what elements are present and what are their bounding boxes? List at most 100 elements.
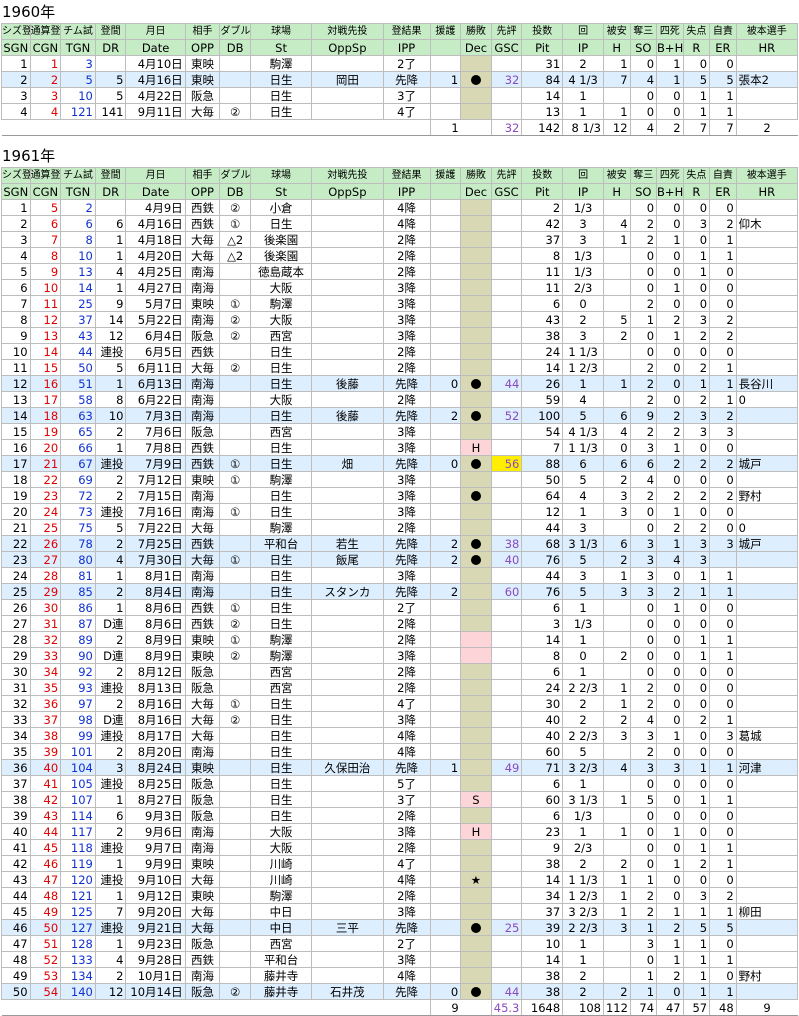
- table-cell: [429, 839, 462, 856]
- table-cell: 3: [629, 583, 658, 600]
- table-cell: 2: [656, 423, 684, 440]
- column-header: チム試: [60, 167, 96, 184]
- table-cell: 4月16日: [125, 215, 186, 232]
- table-cell: [460, 359, 492, 376]
- table-cell: [219, 535, 251, 552]
- table-cell: 0: [629, 103, 658, 120]
- table-cell: 3: [656, 759, 684, 776]
- table-cell: 先降: [382, 375, 431, 392]
- table-cell: 東映: [184, 471, 221, 488]
- table-cell: 駒澤: [249, 519, 313, 536]
- table-cell: 5: [562, 583, 604, 600]
- table-cell: [311, 599, 384, 616]
- table-cell: 岡田: [311, 71, 384, 88]
- table-cell: [490, 775, 523, 792]
- table-cell: 0: [709, 503, 737, 520]
- table-cell: 4月9日: [125, 199, 186, 216]
- table-cell: 阪急: [184, 935, 221, 952]
- table-cell: 0: [656, 679, 684, 696]
- table-cell: [429, 647, 462, 664]
- table-cell: 阪急: [184, 423, 221, 440]
- table-cell: 1: [562, 375, 604, 392]
- table-cell: 10月1日: [125, 967, 186, 984]
- table-cell: 14: [1, 407, 31, 424]
- table-cell: [311, 839, 384, 856]
- table-cell: 2: [562, 695, 604, 712]
- table-cell: 8月27日: [125, 791, 186, 808]
- table-cell: 52: [490, 407, 523, 424]
- table-cell: [311, 743, 384, 760]
- table-cell: 4: [602, 423, 631, 440]
- table-cell: 2: [629, 375, 658, 392]
- column-header: IPP: [382, 39, 431, 56]
- game-log-table: シズ登 通算登 チム試 登間 月日 相手 ダブル 球場 対戦先投 登結果 援護 勝敗 先評 投数回被安 奪三…: [1, 23, 799, 136]
- table-cell: 49: [29, 903, 62, 920]
- table-cell: [311, 263, 384, 280]
- table-cell: 東映: [184, 887, 221, 904]
- table-cell: 37: [60, 311, 96, 328]
- table-cell: [735, 103, 799, 120]
- table-cell: 0: [656, 775, 684, 792]
- table-cell: [490, 855, 523, 872]
- table-cell: 8月9日: [125, 647, 186, 664]
- table-cell: 連投: [94, 919, 127, 936]
- table-cell: 60: [521, 791, 564, 808]
- table-cell: 1: [682, 247, 711, 264]
- column-header: Date: [125, 39, 186, 56]
- table-cell: 1: [629, 919, 658, 936]
- table-cell: 1: [709, 951, 737, 968]
- table-cell: [429, 423, 462, 440]
- column-header: 自責: [709, 167, 737, 184]
- table-cell: 4降: [382, 743, 431, 760]
- table-cell: [460, 647, 492, 664]
- table-cell: 2降: [382, 679, 431, 696]
- table-cell: 9: [1, 327, 31, 344]
- table-cell: 3了: [382, 87, 431, 104]
- table-cell: 3降: [382, 503, 431, 520]
- column-header: 球場: [249, 23, 313, 40]
- column-header: 奪三: [629, 167, 658, 184]
- table-cell: 8: [521, 647, 564, 664]
- table-cell: 1: [682, 791, 711, 808]
- column-header: Pit: [521, 183, 564, 200]
- column-header: CGN: [29, 39, 62, 56]
- table-cell: 7月8日: [125, 439, 186, 456]
- table-cell: 0: [429, 375, 462, 392]
- column-header: DR: [94, 39, 127, 56]
- table-cell: 86: [60, 599, 96, 616]
- table-cell: 西宮: [249, 679, 313, 696]
- total-ip: 108: [562, 999, 604, 1016]
- table-cell: [490, 935, 523, 952]
- table-cell: 10: [94, 407, 127, 424]
- table-cell: [311, 967, 384, 984]
- table-cell: [219, 871, 251, 888]
- table-cell: 2: [682, 487, 711, 504]
- table-cell: [429, 631, 462, 648]
- table-cell: 0: [682, 231, 711, 248]
- table-cell: 6月13日: [125, 375, 186, 392]
- table-cell: [460, 727, 492, 744]
- table-cell: 93: [60, 679, 96, 696]
- table-cell: 6: [521, 599, 564, 616]
- table-cell: 南海: [184, 567, 221, 584]
- table-cell: 阪急: [184, 983, 221, 1000]
- loss-mark-icon: [470, 987, 481, 997]
- table-cell: [219, 855, 251, 872]
- table-cell: [219, 583, 251, 600]
- column-header: シズ登: [1, 167, 31, 184]
- table-row: 27 31 87 D連 8月6日 西鉄 ② 日生 2降 3 1/3 0 0 0 0: [1, 615, 799, 632]
- table-cell: 1: [656, 55, 684, 72]
- table-cell: 0: [709, 263, 737, 280]
- table-cell: [735, 423, 799, 440]
- table-cell: 38: [490, 535, 523, 552]
- table-cell: ②: [219, 199, 251, 216]
- table-cell: 2降: [382, 615, 431, 632]
- table-cell: [94, 55, 127, 72]
- table-cell: [429, 791, 462, 808]
- table-cell: 3: [629, 535, 658, 552]
- table-cell: [311, 695, 384, 712]
- table-cell: 1: [682, 583, 711, 600]
- table-cell: 大毎: [184, 695, 221, 712]
- table-cell: ②: [219, 983, 251, 1000]
- table-cell: 0: [656, 567, 684, 584]
